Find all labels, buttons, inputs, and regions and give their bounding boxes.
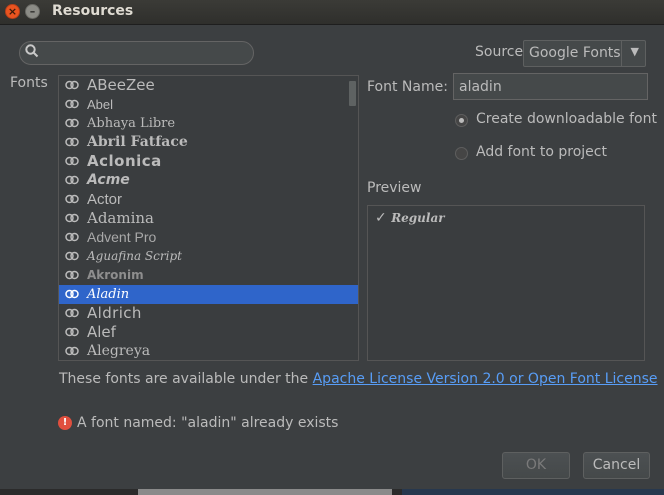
font-list-item[interactable]: Aldrich xyxy=(59,304,358,323)
cancel-button[interactable]: Cancel xyxy=(583,452,650,479)
font-list-item[interactable]: Alegreya xyxy=(59,342,358,360)
close-icon[interactable]: × xyxy=(5,4,20,19)
downloadable-radio[interactable] xyxy=(455,114,468,127)
font-name-field[interactable]: aladin xyxy=(453,73,648,100)
font-list-item[interactable]: Abril Fatface xyxy=(59,133,358,152)
font-list[interactable]: ABeeZee Abel Abhaya Libre Abril Fatface … xyxy=(58,75,359,361)
font-name-label: Font Name: xyxy=(367,79,448,95)
font-name: Aclonica xyxy=(87,152,162,170)
link-icon xyxy=(65,118,79,128)
font-list-item[interactable]: Aguafina Script xyxy=(59,247,358,266)
style-name: Regular xyxy=(391,211,445,225)
license-notice: These fonts are available under the Apac… xyxy=(59,371,658,387)
link-icon xyxy=(65,289,79,299)
font-list-item[interactable]: Acme xyxy=(59,171,358,190)
font-name: Aladin xyxy=(87,287,130,302)
preview-style-item[interactable]: ✓ Regular xyxy=(375,210,445,226)
title-bar: × – Resources xyxy=(0,0,664,25)
font-name: Acme xyxy=(87,172,130,188)
minimize-icon[interactable]: – xyxy=(25,4,40,19)
font-list-item[interactable]: Abhaya Libre xyxy=(59,114,358,133)
source-dropdown[interactable]: Google Fonts ▼ xyxy=(523,40,646,67)
font-list-item[interactable]: Adamina xyxy=(59,209,358,228)
font-name: Alef xyxy=(87,323,116,341)
add-to-project-radio[interactable] xyxy=(455,147,468,160)
font-name: Aldrich xyxy=(87,304,142,322)
ok-button[interactable]: OK xyxy=(502,452,570,479)
link-icon xyxy=(65,308,79,318)
dropdown-arrow-icon: ▼ xyxy=(630,45,639,58)
error-icon: ! xyxy=(58,416,72,430)
search-input[interactable] xyxy=(19,41,254,65)
license-prefix: These fonts are available under the xyxy=(59,371,313,387)
link-icon xyxy=(65,327,79,337)
link-icon xyxy=(65,99,79,109)
link-icon xyxy=(65,194,79,204)
font-name: Actor xyxy=(87,191,123,208)
link-icon xyxy=(65,80,79,90)
font-list-scrollbar[interactable] xyxy=(349,81,356,106)
dropdown-divider xyxy=(621,41,622,66)
font-name: Adamina xyxy=(87,209,155,227)
source-value: Google Fonts xyxy=(529,45,621,61)
preview-label: Preview xyxy=(367,180,422,196)
link-icon xyxy=(65,213,79,223)
font-name: Abel xyxy=(87,97,114,112)
font-name: Advent Pro xyxy=(87,229,157,245)
link-icon xyxy=(65,251,79,261)
link-icon xyxy=(65,156,79,166)
background-strip xyxy=(0,489,664,495)
downloadable-label[interactable]: Create downloadable font xyxy=(476,111,657,127)
link-icon xyxy=(65,270,79,280)
font-name: Akronim xyxy=(87,268,144,282)
link-icon xyxy=(65,175,79,185)
checkmark-icon: ✓ xyxy=(375,210,387,226)
font-name: Abril Fatface xyxy=(87,134,188,150)
font-list-item[interactable]: ABeeZee xyxy=(59,76,358,95)
search-icon xyxy=(25,44,39,58)
add-to-project-label[interactable]: Add font to project xyxy=(476,144,607,160)
link-icon xyxy=(65,137,79,147)
source-label: Source xyxy=(475,44,524,60)
background-segment xyxy=(138,489,392,495)
font-list-item[interactable]: Advent Pro xyxy=(59,228,358,247)
font-list-item[interactable]: Abel xyxy=(59,95,358,114)
font-name: ABeeZee xyxy=(87,76,155,94)
window-title: Resources xyxy=(52,3,134,19)
link-icon xyxy=(65,232,79,242)
font-name: Aguafina Script xyxy=(87,249,182,263)
font-name: Alegreya xyxy=(87,343,151,359)
font-name: Abhaya Libre xyxy=(87,116,176,131)
error-message: A font named: "aladin" already exists xyxy=(77,415,339,431)
background-segment xyxy=(402,489,664,495)
font-list-item[interactable]: Actor xyxy=(59,190,358,209)
font-list-item[interactable]: Akronim xyxy=(59,266,358,285)
font-list-item[interactable]: Alef xyxy=(59,323,358,342)
link-icon xyxy=(65,346,79,356)
font-list-item[interactable]: Aclonica xyxy=(59,152,358,171)
fonts-label: Fonts xyxy=(10,75,48,91)
preview-panel: ✓ Regular xyxy=(367,205,645,361)
license-link[interactable]: Apache License Version 2.0 or Open Font … xyxy=(313,371,658,387)
font-list-item[interactable]: Aladin xyxy=(59,285,358,304)
